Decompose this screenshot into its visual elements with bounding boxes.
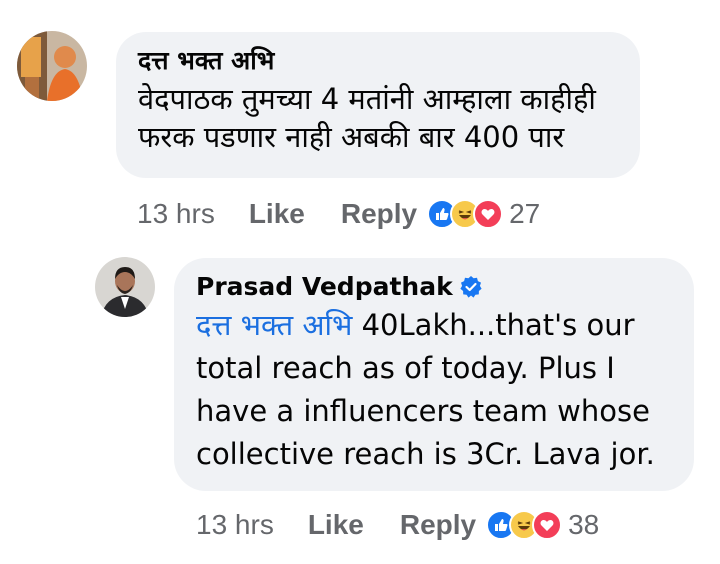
comment-text-line: फरक पडणार नाही अबकी बार 400 पार xyxy=(138,120,565,154)
reply-text-line: दत्त भक्त अभि 40Lakh...that's our xyxy=(196,304,694,347)
reply-text-line: collective reach is 3Cr. Lava jor. xyxy=(196,437,655,471)
reply-text-fragment: 40Lakh...that's our xyxy=(352,308,635,342)
reply-text: दत्त भक्त अभि 40Lakh...that's our total … xyxy=(196,304,694,476)
comment-text-line: वेदपाठक तुमच्या 4 मतांनी आम्हाला काहीही xyxy=(138,82,596,116)
mention-link[interactable]: दत्त भक्त अभि xyxy=(196,308,352,342)
reply-author[interactable]: Prasad Vedpathak xyxy=(196,272,694,302)
reply-button[interactable]: Reply xyxy=(400,509,476,541)
comment-timestamp[interactable]: 13 hrs xyxy=(137,198,215,230)
reaction-summary[interactable] xyxy=(427,199,504,229)
comment-actions: 13 hrs Like Reply 27 xyxy=(137,197,540,231)
reply-author-name[interactable]: Prasad Vedpathak xyxy=(196,272,453,302)
comment-author[interactable]: दत्त भक्त अभि xyxy=(138,46,640,76)
verified-badge-icon xyxy=(459,275,483,299)
reply-button[interactable]: Reply xyxy=(341,198,417,230)
reply-actions: 13 hrs Like Reply 38 xyxy=(196,508,599,542)
commenter-avatar[interactable] xyxy=(17,31,87,101)
reply-bubble: Prasad Vedpathak दत्त भक्त अभि 40Lakh...… xyxy=(174,258,694,491)
comment-text: वेदपाठक तुमच्या 4 मतांनी आम्हाला काहीही … xyxy=(138,80,640,156)
comment-bubble: दत्त भक्त अभि वेदपाठक तुमच्या 4 मतांनी आ… xyxy=(116,32,640,178)
like-button[interactable]: Like xyxy=(308,509,364,541)
reply-timestamp[interactable]: 13 hrs xyxy=(196,509,274,541)
love-icon xyxy=(532,510,563,540)
love-icon xyxy=(473,199,504,229)
like-button[interactable]: Like xyxy=(249,198,305,230)
reaction-summary[interactable] xyxy=(486,510,563,540)
reply-text-line: have a influencers team whose xyxy=(196,394,650,428)
reaction-count[interactable]: 27 xyxy=(509,198,540,230)
reply-author-avatar[interactable] xyxy=(95,257,155,317)
reply-text-line: total reach as of today. Plus I xyxy=(196,351,615,385)
reaction-count[interactable]: 38 xyxy=(568,509,599,541)
